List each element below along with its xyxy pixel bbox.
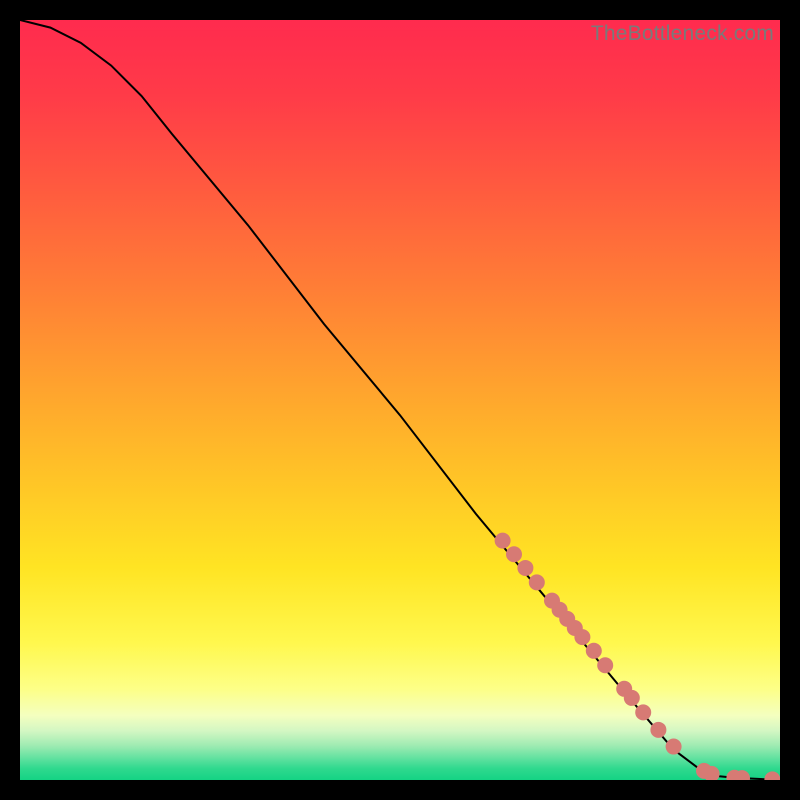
chart-marker-dot [529,574,545,590]
chart-frame: TheBottleneck.com [20,20,780,780]
chart-marker-dot [574,629,590,645]
chart-marker-dot [650,722,666,738]
chart-marker-dot [586,643,602,659]
chart-marker-dot [495,533,511,549]
chart-marker-dot [635,704,651,720]
chart-marker-dot [597,657,613,673]
chart-svg [20,20,780,780]
chart-marker-dot [624,690,640,706]
watermark-text: TheBottleneck.com [591,22,774,46]
chart-marker-dot [666,739,682,755]
chart-marker-dot [517,560,533,576]
chart-marker-dot [506,546,522,562]
chart-background [20,20,780,780]
